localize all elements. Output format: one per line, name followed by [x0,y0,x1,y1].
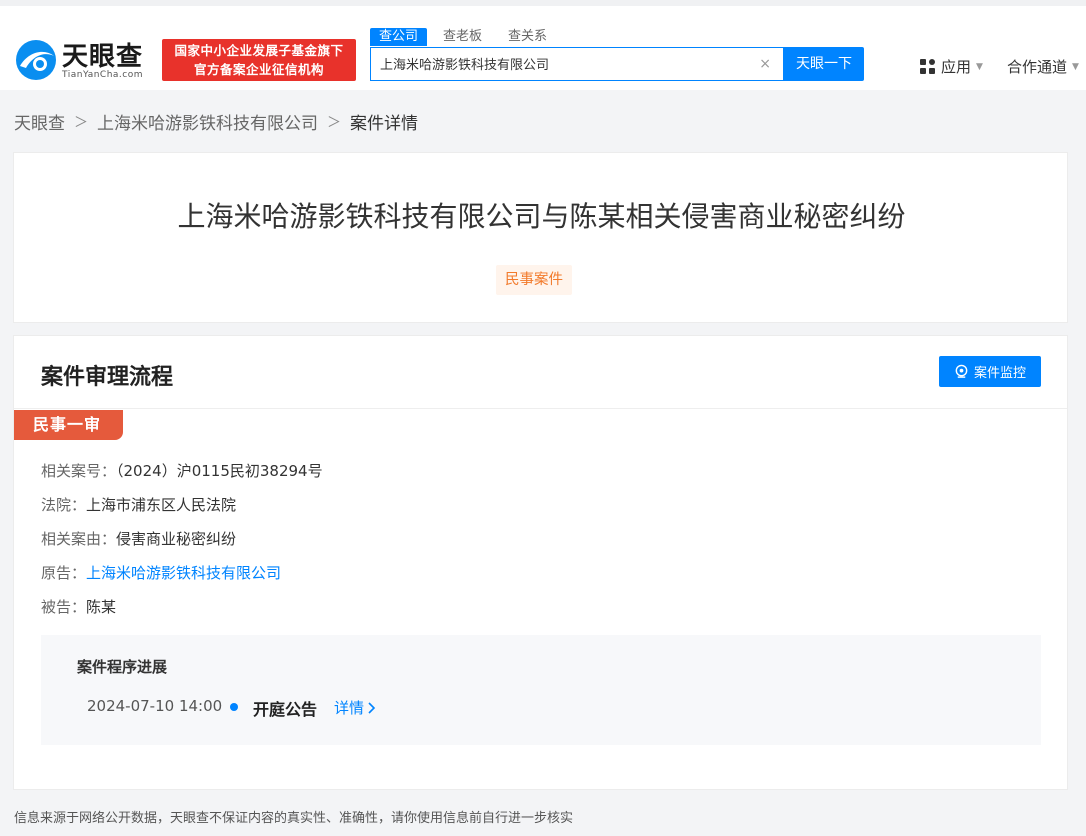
logo-text: 天眼查 [62,42,144,72]
court-label: 法院： [41,496,87,514]
top-header: 天眼查 TianYanCha.com 国家中小企业发展子基金旗下 官方备案企业征… [0,0,1086,90]
cause-value: 侵害商业秘密纠纷 [116,530,237,548]
plaintiff-label: 原告： [41,564,87,582]
case-progress-panel: 案件程序进展 2024-07-10 14:00 开庭公告 详情 [41,635,1041,745]
court-row: 法院：上海市浦东区人民法院 [41,494,236,515]
defendant-label: 被告： [41,598,87,616]
stage-tag: 民事一审 [14,410,123,440]
logo-eye-icon [16,40,56,80]
tab-company[interactable]: 查公司 [370,28,428,46]
nav-app-label: 应用 [941,58,972,76]
disclaimer-note: 信息来源于网络公开数据，天眼查不保证内容的真实性、准确性，请你使用信息前自行进一… [14,811,574,826]
defendant-row: 被告：陈某 [41,596,116,617]
tianyancha-logo[interactable]: 天眼查 TianYanCha.com [14,36,154,82]
chevron-right-icon: ＞ [74,114,88,131]
chevron-right-icon: ＞ [327,114,341,131]
caret-down-icon: ▼ [1072,61,1079,72]
divider [14,408,1067,409]
caret-down-icon: ▼ [976,61,983,72]
monitor-button-label: 案件监控 [973,366,1026,381]
search-button[interactable]: 天眼一下 [784,47,864,81]
case-number-value: （2024）沪0115民初38294号 [116,462,323,480]
progress-detail-link[interactable]: 详情 [334,697,377,718]
progress-title: 案件程序进展 [77,658,168,676]
official-badge: 国家中小企业发展子基金旗下 官方备案企业征信机构 [162,39,356,81]
chevron-right-icon [368,701,376,714]
tab-boss[interactable]: 查老板 [433,28,492,46]
process-title: 案件审理流程 [41,365,174,390]
case-type-badge: 民事案件 [496,265,572,295]
timeline-dot-icon [230,703,238,711]
breadcrumb-home[interactable]: 天眼查 [14,109,65,134]
case-title: 上海米哈游影铁科技有限公司与陈某相关侵害商业秘密纠纷 [177,200,906,233]
progress-date: 2024-07-10 14:00 [87,697,223,715]
case-monitor-button[interactable]: 案件监控 [939,356,1041,387]
court-value: 上海市浦东区人民法院 [86,496,237,514]
apps-grid-icon [920,59,935,74]
case-title-card: 上海米哈游影铁科技有限公司与陈某相关侵害商业秘密纠纷 民事案件 [13,152,1068,323]
breadcrumb: 天眼查 ＞ 上海米哈游影铁科技有限公司 ＞ 案件详情 [14,109,418,134]
plaintiff-row: 原告：上海米哈游影铁科技有限公司 [41,562,281,583]
cause-row: 相关案由：侵害商业秘密纠纷 [41,528,236,549]
logo-subtext: TianYanCha.com [62,70,144,80]
progress-detail-label: 详情 [334,699,365,717]
tab-relation[interactable]: 查关系 [498,28,557,46]
nav-app-menu[interactable]: 应用 ▼ [920,56,983,77]
search-tabs: 查公司 查老板 查关系 [370,28,563,46]
breadcrumb-company[interactable]: 上海米哈游影铁科技有限公司 [97,109,318,134]
cause-label: 相关案由： [41,530,117,548]
monitor-icon [955,364,968,378]
breadcrumb-current: 案件详情 [350,114,418,134]
case-number-row: 相关案号：（2024）沪0115民初38294号 [41,460,323,481]
search-box: × [370,47,784,81]
defendant-value: 陈某 [86,598,117,616]
nav-partner-label: 合作通道 [1007,58,1068,76]
badge-line-1: 国家中小企业发展子基金旗下 [174,43,344,58]
plaintiff-link[interactable]: 上海米哈游影铁科技有限公司 [86,564,281,582]
case-process-card: 案件审理流程 案件监控 民事一审 相关案号：（2024）沪0115民初38294… [13,335,1068,790]
case-number-label: 相关案号： [41,462,117,480]
progress-event: 开庭公告 [253,700,318,719]
badge-line-2: 官方备案企业征信机构 [193,62,324,77]
nav-partner-menu[interactable]: 合作通道 ▼ [1007,56,1079,77]
clear-icon[interactable]: × [759,56,771,72]
search-input[interactable] [380,56,740,71]
